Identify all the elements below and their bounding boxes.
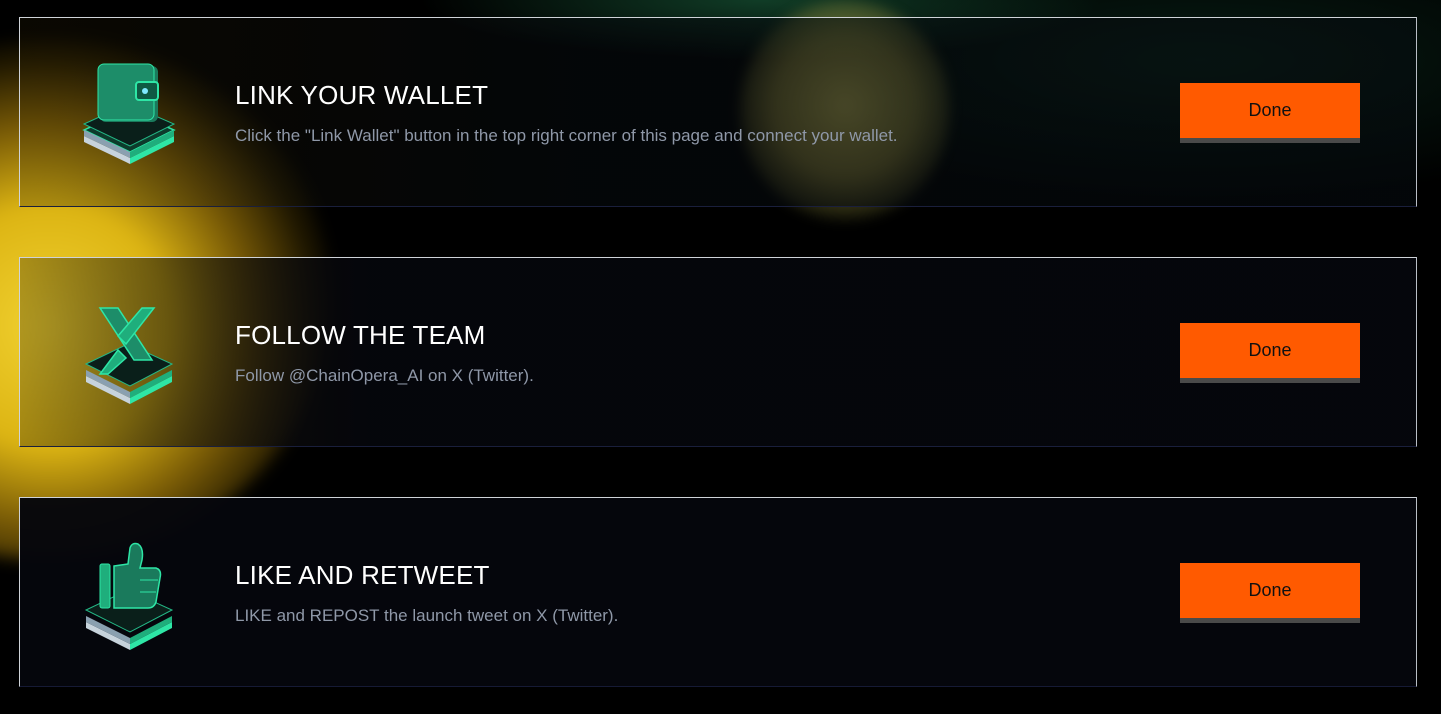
task-title: LIKE AND RETWEET [235,560,490,590]
task-description: LIKE and REPOST the launch tweet on X (T… [235,606,619,625]
done-button[interactable]: Done [1180,323,1360,378]
thumbs-up-icon [78,540,178,650]
task-description: Follow @ChainOpera_AI on X (Twitter). [235,366,534,385]
task-page: LINK YOUR WALLET Click the "Link Wallet"… [0,0,1441,714]
wallet-icon [78,60,178,170]
task-card-like-retweet: LIKE AND RETWEET LIKE and REPOST the lau… [19,497,1417,687]
task-title: FOLLOW THE TEAM [235,320,486,350]
done-button[interactable]: Done [1180,563,1360,618]
task-description: Click the "Link Wallet" button in the to… [235,126,898,145]
x-logo-icon [78,300,178,410]
task-card-follow-team: FOLLOW THE TEAM Follow @ChainOpera_AI on… [19,257,1417,447]
done-button[interactable]: Done [1180,83,1360,138]
task-title: LINK YOUR WALLET [235,80,489,110]
task-card-link-wallet: LINK YOUR WALLET Click the "Link Wallet"… [19,17,1417,207]
